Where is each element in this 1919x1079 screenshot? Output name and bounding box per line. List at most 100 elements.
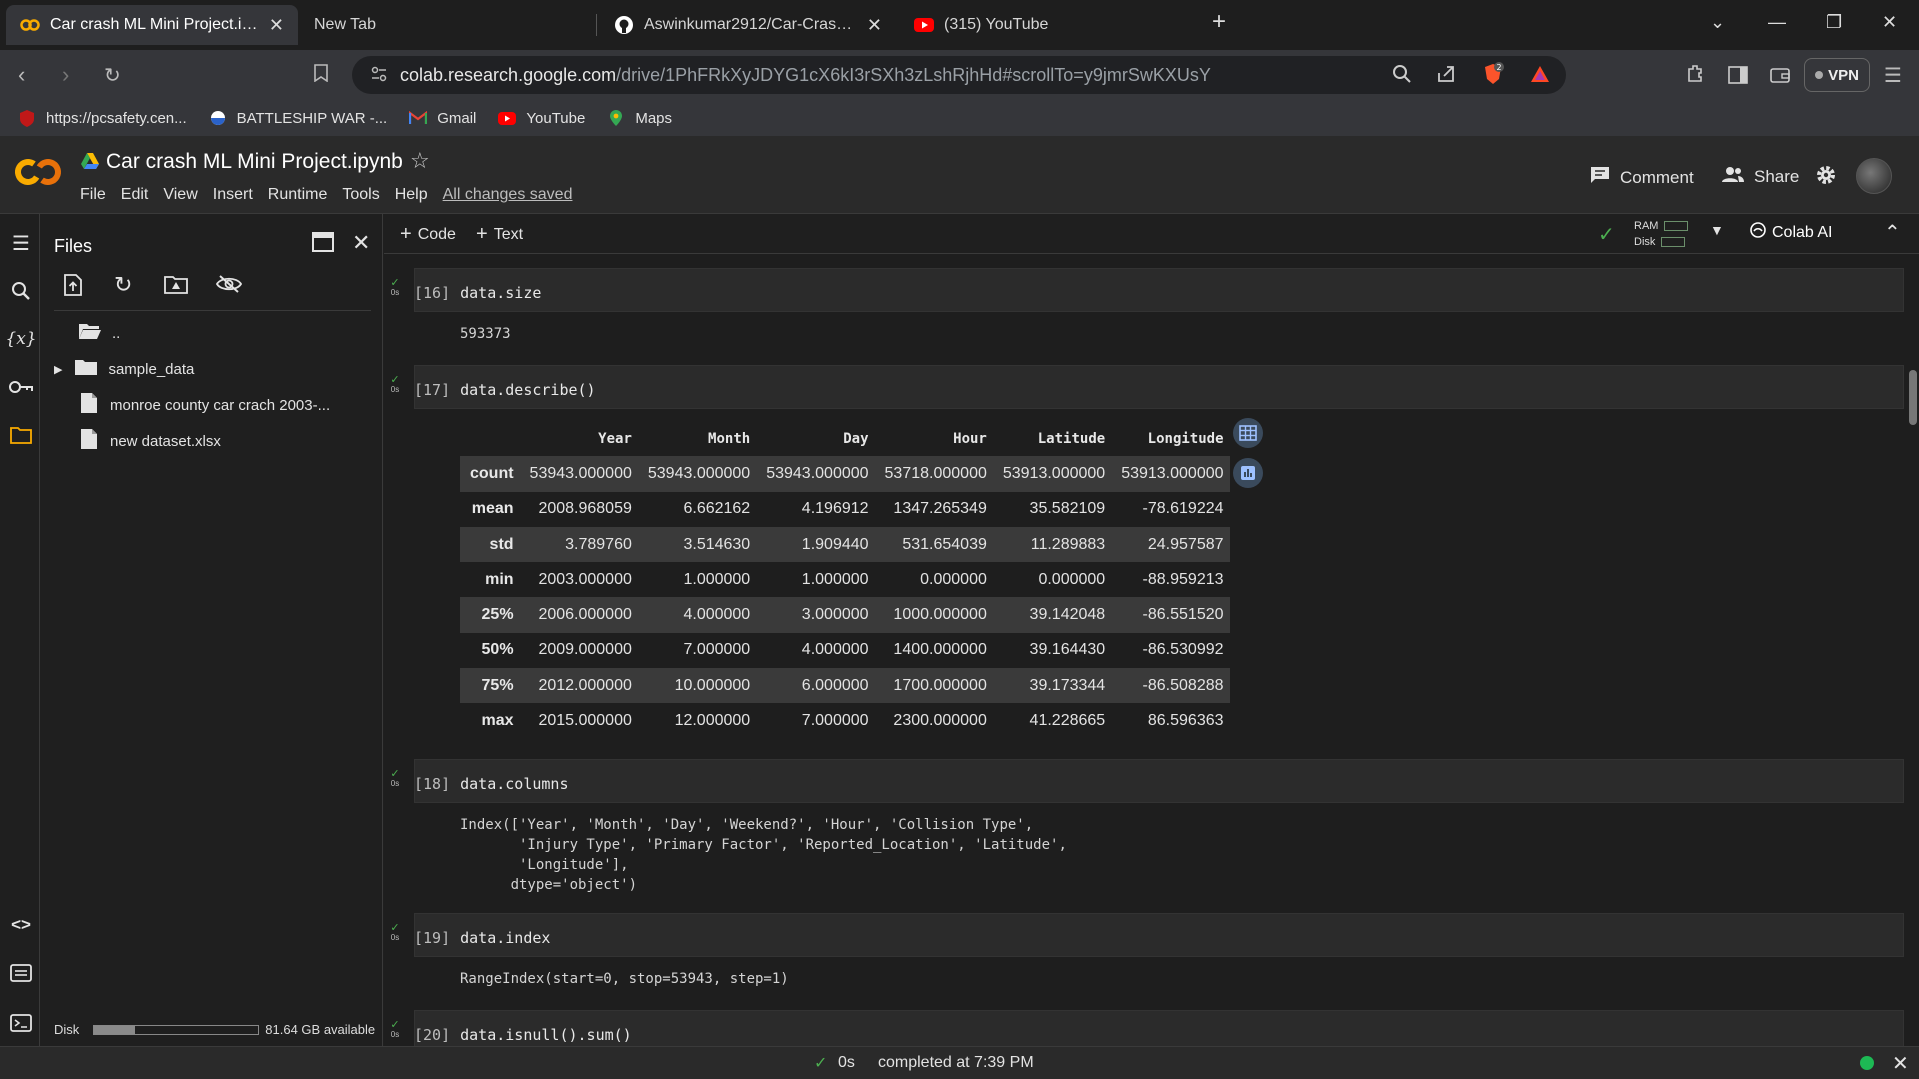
code-snippets-icon[interactable]: <> — [8, 912, 34, 938]
settings-gear-icon[interactable] — [1815, 164, 1837, 186]
wallet-icon[interactable] — [1770, 64, 1790, 90]
close-tab-icon[interactable]: ✕ — [867, 15, 882, 36]
cell-run-time: 0s — [390, 385, 400, 394]
browser-menu-icon[interactable]: ☰ — [1884, 63, 1902, 88]
code-editor[interactable] — [414, 1010, 1904, 1046]
tab-new-tab[interactable]: New Tab — [300, 5, 590, 45]
search-icon[interactable] — [8, 278, 34, 304]
share-button[interactable]: Share — [1722, 166, 1799, 187]
user-avatar[interactable] — [1856, 158, 1892, 194]
upload-file-icon[interactable] — [64, 274, 82, 302]
tab-github[interactable]: Aswinkumar2912/Car-Crash-Dat ✕ — [600, 5, 896, 45]
row-label: 25% — [481, 606, 514, 624]
convert-to-interactive-table-icon[interactable] — [1233, 418, 1263, 448]
table-of-contents-icon[interactable]: ☰ — [8, 230, 34, 256]
save-status-link[interactable]: All changes saved — [443, 186, 573, 204]
menu-file[interactable]: File — [80, 186, 106, 204]
notebook-scrollbar-thumb[interactable] — [1909, 370, 1917, 425]
code-editor[interactable] — [414, 759, 1904, 803]
close-panel-icon[interactable]: ✕ — [352, 230, 370, 256]
bookmark-battleship[interactable]: BATTLESHIP WAR -... — [209, 109, 387, 127]
table-cell: 10.000000 — [674, 676, 751, 694]
table-cell: 3.514630 — [683, 535, 751, 553]
comment-button[interactable]: Comment — [1590, 166, 1694, 189]
menu-insert[interactable]: Insert — [213, 186, 253, 204]
tab-search-chevron-icon[interactable]: ⌄ — [1710, 12, 1725, 33]
notebook-title[interactable]: Car crash ML Mini Project.ipynb — [106, 150, 403, 174]
mount-drive-icon[interactable] — [164, 274, 188, 300]
brave-shield-icon[interactable]: 2 — [1482, 62, 1504, 91]
site-settings-icon[interactable] — [370, 65, 388, 88]
resource-monitor[interactable]: RAM Disk — [1634, 218, 1689, 250]
zoom-search-icon[interactable] — [1392, 64, 1412, 89]
bookmark-gmail[interactable]: Gmail — [409, 109, 476, 127]
column-header: Latitude — [1037, 430, 1106, 447]
code-text: data.describe() — [460, 381, 596, 399]
sidebar-toggle-icon[interactable] — [1728, 64, 1748, 90]
add-text-button[interactable]: + Text — [476, 223, 523, 246]
command-palette-icon[interactable] — [8, 960, 34, 986]
vpn-button[interactable]: VPN — [1804, 58, 1870, 92]
tab-colab-notebook[interactable]: Car crash ML Mini Project.ipynb ✕ — [6, 5, 298, 45]
menu-tools[interactable]: Tools — [342, 186, 379, 204]
close-status-icon[interactable]: ✕ — [1892, 1051, 1909, 1076]
brave-rewards-icon[interactable] — [1530, 65, 1550, 88]
expand-arrow-icon[interactable]: ▶ — [54, 363, 62, 376]
describe-dataframe-table: Year Month Day Hour Latitude Longitude c… — [460, 421, 1230, 739]
file-tree-parent-folder[interactable]: .. — [40, 318, 383, 348]
url-omnibox[interactable]: colab.research.google.com/drive/1PhFRkXy… — [352, 56, 1566, 94]
bookmark-pcsafety[interactable]: https://pcsafety.cen... — [18, 109, 187, 127]
colab-logo-icon[interactable] — [14, 156, 62, 188]
github-icon — [614, 15, 634, 35]
file-tree-file[interactable]: new dataset.xlsx — [40, 426, 383, 456]
tab-youtube[interactable]: (315) YouTube — [900, 5, 1196, 45]
secrets-key-icon[interactable] — [8, 374, 34, 400]
code-editor[interactable] — [414, 268, 1904, 312]
file-tree-file[interactable]: monroe county car crach 2003-... — [40, 390, 383, 420]
code-editor[interactable] — [414, 365, 1904, 409]
suggest-charts-icon[interactable] — [1233, 458, 1263, 488]
colab-ai-button[interactable]: Colab AI — [1750, 222, 1832, 243]
forward-arrow-icon[interactable]: › — [62, 62, 69, 88]
star-icon[interactable]: ☆ — [410, 148, 430, 174]
run-completed-text[interactable]: completed at 7:39 PM — [878, 1054, 1034, 1072]
close-tab-icon[interactable]: ✕ — [269, 15, 284, 36]
add-text-label: Text — [493, 225, 524, 243]
file-tree-folder[interactable]: ▶ sample_data — [40, 354, 383, 384]
menu-view[interactable]: View — [163, 186, 197, 204]
hide-files-eye-off-icon[interactable] — [215, 274, 243, 300]
menu-help[interactable]: Help — [395, 186, 428, 204]
bookmark-icon[interactable] — [314, 64, 328, 87]
bookmarks-bar: https://pcsafety.cen... BATTLESHIP WAR -… — [0, 100, 1919, 136]
runtime-dropdown-icon[interactable]: ▼ — [1710, 222, 1724, 238]
menu-edit[interactable]: Edit — [121, 186, 149, 204]
code-editor[interactable] — [414, 913, 1904, 957]
restore-window-icon[interactable]: ❐ — [1826, 12, 1842, 33]
variables-icon[interactable]: {x} — [5, 326, 36, 352]
extensions-puzzle-icon[interactable] — [1686, 63, 1706, 89]
open-in-tab-icon[interactable] — [312, 232, 334, 258]
file-tree-label: sample_data — [108, 360, 195, 378]
collapse-header-chevron-icon[interactable]: ⌃ — [1884, 220, 1901, 245]
refresh-icon[interactable]: ↻ — [114, 272, 132, 298]
new-tab-plus-icon[interactable]: + — [1212, 8, 1226, 36]
bookmark-maps[interactable]: Maps — [607, 109, 672, 127]
tab-title: (315) YouTube — [944, 16, 1049, 33]
bookmark-youtube[interactable]: YouTube — [498, 109, 585, 127]
table-cell: 86.596363 — [1147, 712, 1224, 730]
google-drive-icon[interactable] — [80, 152, 100, 175]
share-page-icon[interactable] — [1436, 64, 1456, 89]
table-cell: 0.000000 — [920, 570, 987, 588]
reload-icon[interactable]: ↻ — [104, 63, 121, 88]
minimize-window-icon[interactable]: — — [1768, 12, 1786, 33]
close-window-icon[interactable]: ✕ — [1882, 12, 1897, 33]
row-label: count — [470, 464, 514, 482]
menu-runtime[interactable]: Runtime — [268, 186, 328, 204]
files-folder-icon[interactable] — [8, 422, 34, 448]
add-code-button[interactable]: + Code — [400, 223, 456, 246]
back-arrow-icon[interactable]: ‹ — [18, 62, 25, 88]
terminal-icon[interactable] — [8, 1010, 34, 1036]
status-bar: ✓ 0s completed at 7:39 PM ✕ — [0, 1046, 1919, 1079]
bookmark-label: https://pcsafety.cen... — [46, 109, 187, 127]
ram-label: RAM — [1634, 220, 1659, 232]
